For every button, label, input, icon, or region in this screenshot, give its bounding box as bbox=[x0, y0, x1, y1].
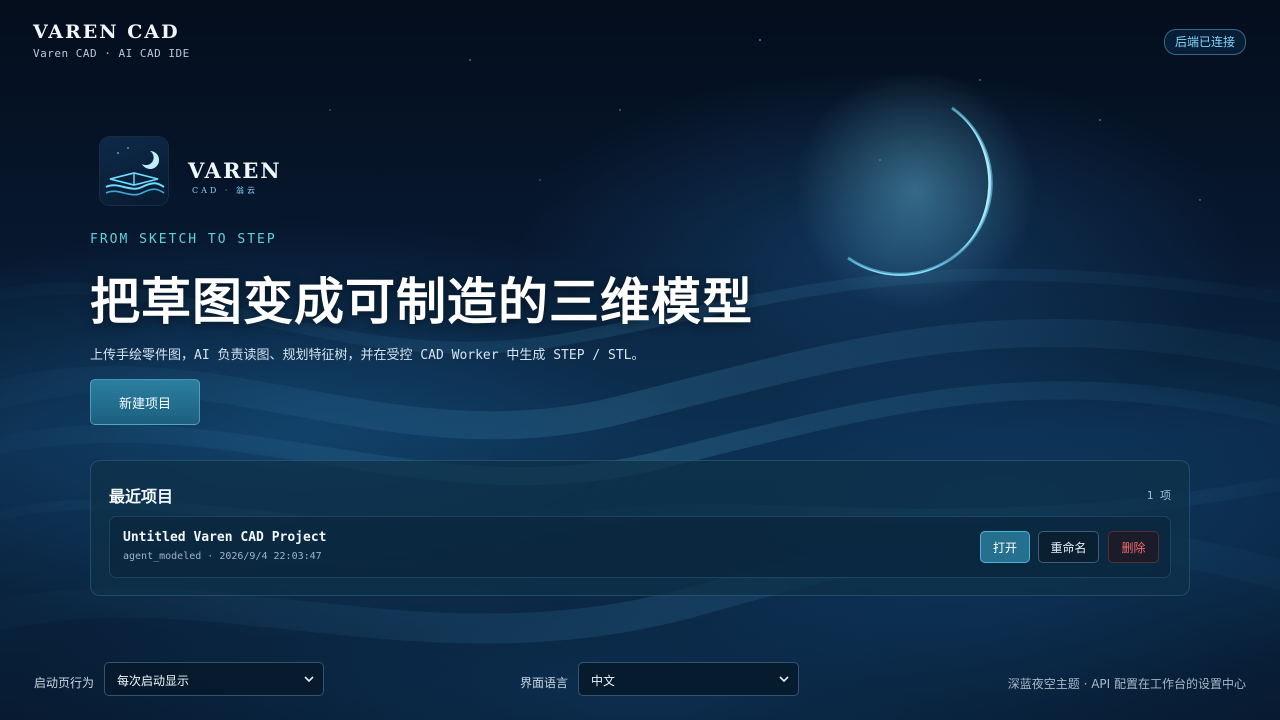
project-meta: agent_modeled · 2026/9/4 22:03:47 bbox=[123, 551, 322, 562]
app-title: VAREN CAD bbox=[33, 21, 180, 43]
language-label: 界面语言 bbox=[520, 676, 569, 690]
hero-eyebrow: FROM SKETCH TO STEP bbox=[90, 232, 277, 247]
project-name: Untitled Varen CAD Project bbox=[123, 530, 327, 545]
open-project-button[interactable]: 打开 bbox=[980, 531, 1030, 563]
chevron-down-icon bbox=[779, 676, 789, 683]
moon-book-wave-icon bbox=[105, 147, 165, 196]
hero-title: 把草图变成可制造的三维模型 bbox=[90, 273, 753, 331]
app-logo bbox=[100, 137, 168, 205]
theme-api-note: 深蓝夜空主题 · API 配置在工作台的设置中心 bbox=[1007, 677, 1246, 691]
rename-project-button[interactable]: 重命名 bbox=[1038, 531, 1099, 563]
recent-projects-count: 1 项 bbox=[1146, 489, 1171, 502]
delete-project-button[interactable]: 删除 bbox=[1108, 531, 1159, 563]
project-list-item: Untitled Varen CAD Project agent_modeled… bbox=[109, 516, 1171, 578]
app-subtitle: Varen CAD · AI CAD IDE bbox=[33, 47, 190, 60]
logo-subtitle: CAD · 翁云 bbox=[192, 186, 258, 195]
logo-wordmark: VAREN bbox=[188, 158, 282, 183]
recent-projects-title: 最近项目 bbox=[109, 487, 174, 506]
language-select[interactable]: 中文 bbox=[578, 662, 799, 696]
language-value: 中文 bbox=[591, 674, 616, 688]
startup-behavior-label: 启动页行为 bbox=[34, 676, 95, 690]
recent-projects-panel: 最近项目 1 项 Untitled Varen CAD Project agen… bbox=[90, 460, 1190, 596]
backend-status-badge: 后端已连接 bbox=[1163, 29, 1246, 55]
startup-behavior-select[interactable]: 每次启动显示 bbox=[104, 662, 324, 696]
startup-behavior-value: 每次启动显示 bbox=[117, 674, 190, 688]
hero-description: 上传手绘零件图，AI 负责读图、规划特征树，并在受控 CAD Worker 中生… bbox=[90, 348, 645, 363]
new-project-button[interactable]: 新建项目 bbox=[90, 379, 200, 425]
chevron-down-icon bbox=[304, 676, 314, 683]
